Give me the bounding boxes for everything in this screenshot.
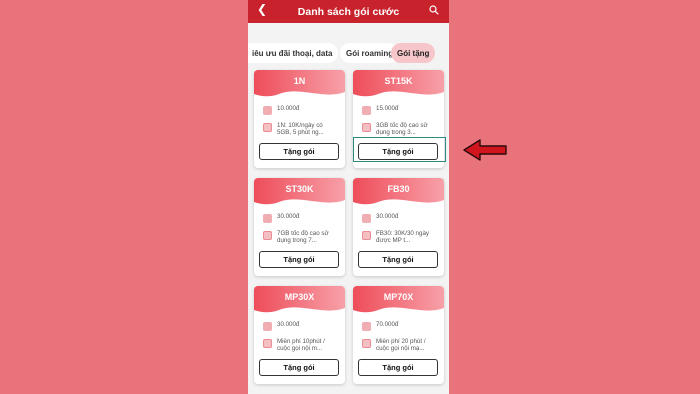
package-price: 30.000đ	[277, 213, 300, 220]
package-name: FB30	[387, 184, 410, 194]
package-name: MP70X	[383, 292, 414, 302]
package-icon	[263, 339, 272, 348]
package-desc-row: Miễn phí 20 phút / cuộc gọi nội mạ...	[362, 338, 434, 354]
package-card-header: 1N	[254, 70, 345, 97]
gift-package-button[interactable]: Tặng gói	[259, 359, 339, 376]
package-name: ST30K	[285, 184, 314, 194]
package-price: 30.000đ	[376, 213, 399, 220]
package-price-row: 30.000đ	[362, 213, 434, 223]
package-price-row: 10.000đ	[263, 105, 335, 115]
package-card[interactable]: FB30 30.000đ FB30: 30K/30 ngày được MP t..…	[353, 178, 444, 276]
package-desc-row: 3GB tốc độ cao sử dụng trong 3...	[362, 122, 434, 138]
package-description: Miễn phí 10phút / cuộc gọi nội m...	[277, 338, 325, 353]
back-icon[interactable]: ❮	[257, 2, 267, 16]
package-description: 1N: 10K/ngày có 5GB, 5 phút ng...	[277, 122, 324, 137]
arrow-left-icon	[463, 139, 507, 161]
package-card-header: MP30X	[254, 286, 345, 313]
package-name: 1N	[293, 76, 306, 86]
package-card-header: MP70X	[353, 286, 444, 313]
money-bag-icon	[263, 322, 272, 331]
money-bag-icon	[362, 214, 371, 223]
money-bag-icon	[362, 322, 371, 331]
package-desc-row: 7GB tốc độ cao sử dụng trong 7...	[263, 230, 335, 246]
package-card[interactable]: 1N 10.000đ 1N: 10K/ngày có 5GB, 5 phút ng.…	[254, 70, 345, 168]
package-price-row: 15.000đ	[362, 105, 434, 115]
package-card[interactable]: MP70X 70.000đ Miễn phí 20 phút / cuộc gọi …	[353, 286, 444, 384]
package-card-header: ST15K	[353, 70, 444, 97]
money-bag-icon	[263, 214, 272, 223]
package-card-header: FB30	[353, 178, 444, 205]
money-bag-icon	[362, 106, 371, 115]
package-price: 70.000đ	[376, 321, 399, 328]
package-description: 7GB tốc độ cao sử dụng trong 7...	[277, 230, 329, 245]
package-description: Miễn phí 20 phút / cuộc gọi nội mạ...	[376, 338, 426, 353]
package-desc-row: Miễn phí 10phút / cuộc gọi nội m...	[263, 338, 335, 354]
package-price: 30.000đ	[277, 321, 300, 328]
package-icon	[263, 123, 272, 132]
package-description: 3GB tốc độ cao sử dụng trong 3...	[376, 122, 428, 137]
package-icon	[263, 231, 272, 240]
package-name: MP30X	[284, 292, 315, 302]
money-bag-icon	[263, 106, 272, 115]
package-price-row: 30.000đ	[263, 213, 335, 223]
package-icon	[362, 123, 371, 132]
gift-package-button[interactable]: Tặng gói	[259, 251, 339, 268]
tab-promotions[interactable]: iêu ưu đãi thoại, data	[248, 43, 339, 63]
package-price: 10.000đ	[277, 105, 300, 112]
search-icon[interactable]	[429, 5, 439, 15]
package-icon	[362, 339, 371, 348]
gift-package-button[interactable]: Tặng gói	[358, 359, 438, 376]
package-desc-row: FB30: 30K/30 ngày được MP t...	[362, 230, 434, 246]
package-card[interactable]: MP30X 30.000đ Miễn phí 10phút / cuộc gọi n…	[254, 286, 345, 384]
package-price-row: 30.000đ	[263, 321, 335, 331]
package-name: ST15K	[384, 76, 413, 86]
package-price-row: 70.000đ	[362, 321, 434, 331]
gift-package-button[interactable]: Tặng gói	[259, 143, 339, 160]
package-icon	[362, 231, 371, 240]
highlight-box	[353, 137, 446, 162]
package-desc-row: 1N: 10K/ngày có 5GB, 5 phút ng...	[263, 122, 335, 138]
phone-screen: ❮ Danh sách gói cước iêu ưu đãi thoại, d…	[248, 0, 449, 394]
gift-package-button[interactable]: Tặng gói	[358, 251, 438, 268]
tab-gift[interactable]: Gói tặng	[391, 43, 436, 63]
package-card[interactable]: ST30K 30.000đ 7GB tốc độ cao sử dụng trong…	[254, 178, 345, 276]
page-title: Danh sách gói cước	[297, 5, 400, 18]
package-description: FB30: 30K/30 ngày được MP t...	[376, 230, 429, 245]
package-tabs: iêu ưu đãi thoại, data Gói roaming Gói t…	[248, 43, 449, 63]
app-header: ❮ Danh sách gói cước	[248, 0, 449, 23]
package-card-header: ST30K	[254, 178, 345, 205]
package-price: 15.000đ	[376, 105, 399, 112]
